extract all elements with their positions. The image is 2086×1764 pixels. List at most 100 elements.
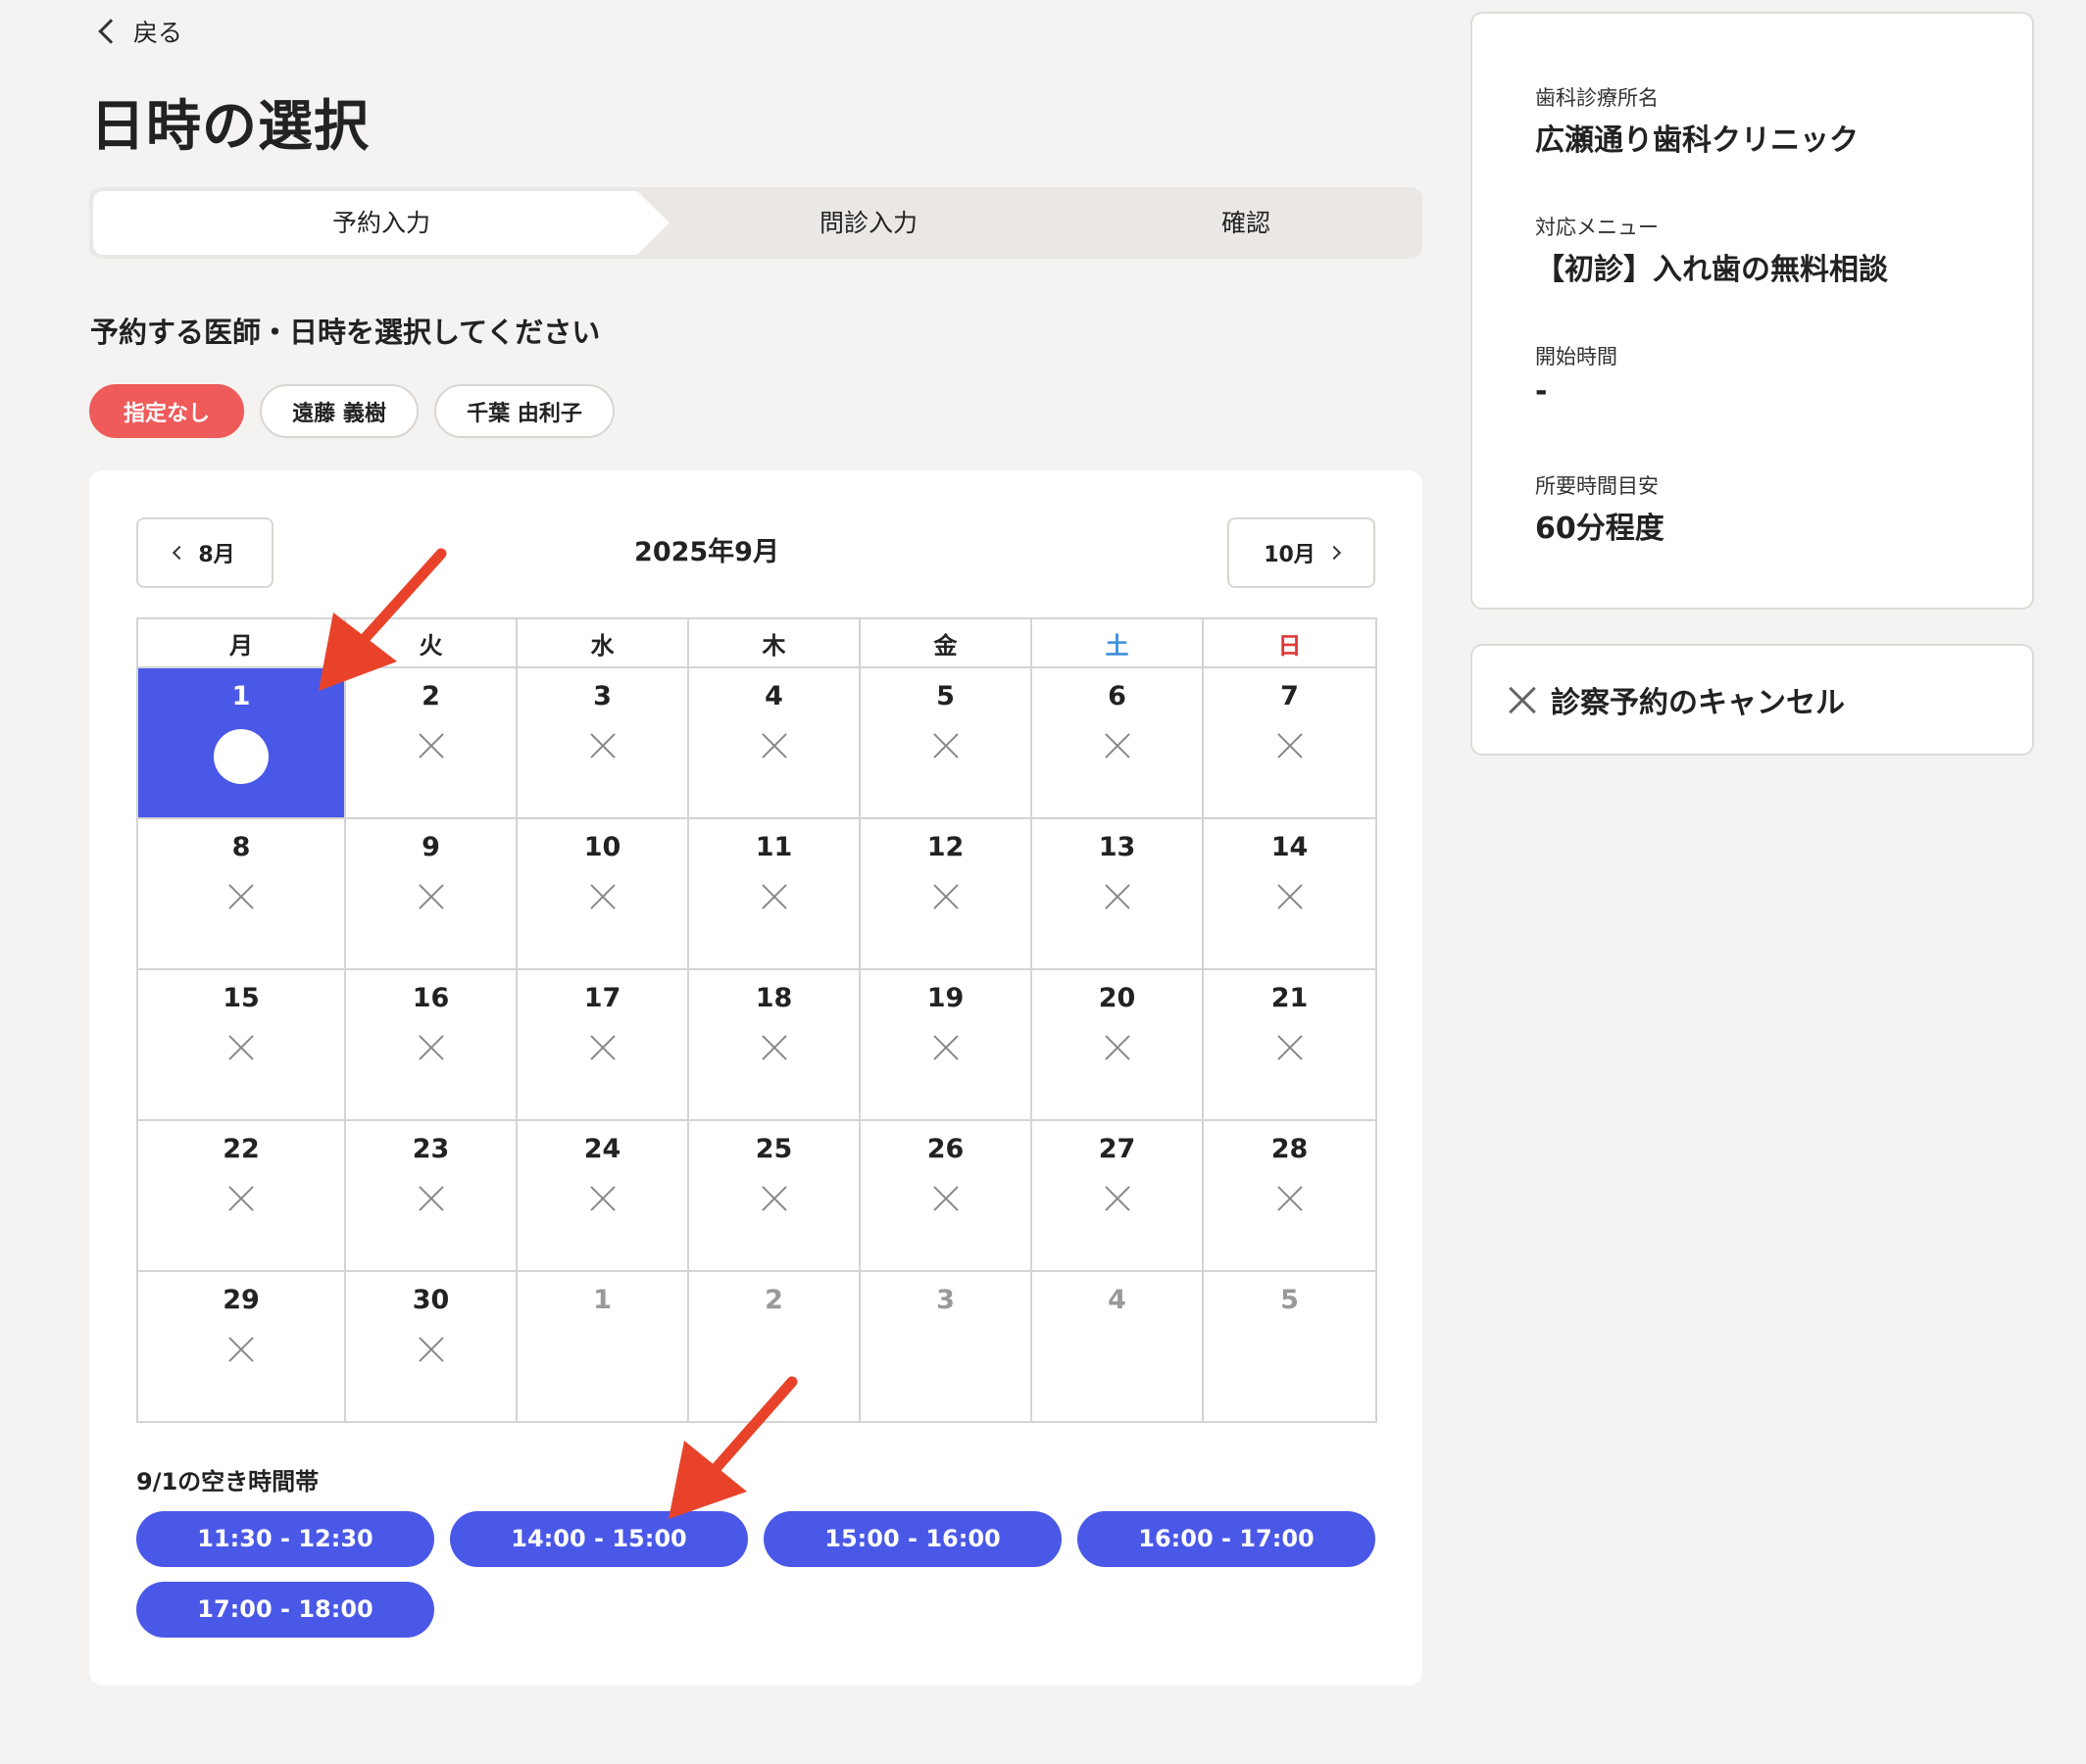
calendar-day[interactable]: 2	[344, 666, 518, 819]
unavailable-x-icon	[588, 882, 618, 911]
calendar-day[interactable]: 6	[1030, 666, 1204, 819]
step-questionnaire: 問診入力	[819, 209, 918, 237]
calendar-day-number: 4	[1108, 1285, 1126, 1315]
time-slot-button[interactable]: 14:00 - 15:00	[450, 1511, 748, 1567]
calendar-day: 4	[1030, 1270, 1204, 1423]
calendar-day[interactable]: 14	[1202, 817, 1377, 970]
doctor-chip-chiba[interactable]: 千葉 由利子	[434, 384, 615, 438]
calendar-week-row: 22 23 24 25 26 27 28	[136, 1119, 1377, 1272]
calendar-day-number: 7	[1280, 681, 1299, 711]
calendar-day[interactable]: 3	[516, 666, 689, 819]
calendar-day-number: 1	[231, 681, 251, 711]
calendar-day[interactable]: 5	[859, 666, 1032, 819]
calendar-day-number: 25	[755, 1134, 793, 1164]
calendar-day-number: 29	[223, 1285, 260, 1315]
calendar-day[interactable]: 27	[1030, 1119, 1204, 1272]
calendar-month-title: 2025年9月	[634, 537, 779, 567]
calendar-day-number: 13	[1098, 832, 1136, 862]
calendar-week-row: 1 2 3 4 5 6 7	[136, 666, 1377, 819]
calendar-day[interactable]: 25	[687, 1119, 861, 1272]
calendar-day-number: 21	[1270, 983, 1309, 1013]
unavailable-x-icon	[417, 731, 446, 760]
unavailable-x-icon	[1103, 1033, 1132, 1062]
calendar-day-number: 24	[583, 1134, 621, 1164]
calendar-day[interactable]: 16	[344, 968, 518, 1121]
unavailable-x-icon	[931, 1184, 961, 1213]
calendar-day[interactable]: 20	[1030, 968, 1204, 1121]
calendar-day[interactable]: 29	[136, 1270, 346, 1423]
calendar-day[interactable]: 15	[136, 968, 346, 1121]
calendar-day[interactable]: 30	[344, 1270, 518, 1423]
chevron-left-icon	[173, 545, 187, 561]
time-slot-button[interactable]: 17:00 - 18:00	[136, 1582, 434, 1638]
calendar-day[interactable]: 18	[687, 968, 861, 1121]
time-slot-button[interactable]: 16:00 - 17:00	[1077, 1511, 1375, 1567]
calendar-day[interactable]: 22	[136, 1119, 346, 1272]
reservation-summary-card: 歯科診療所名 広瀬通り歯科クリニック 対応メニュー 【初診】入れ歯の無料相談 開…	[1470, 12, 2034, 610]
calendar-day[interactable]: 12	[859, 817, 1032, 970]
calendar-day-number: 6	[1108, 681, 1126, 711]
unavailable-x-icon	[1103, 882, 1132, 911]
calendar-day[interactable]: 7	[1202, 666, 1377, 819]
unavailable-x-icon	[417, 1184, 446, 1213]
unavailable-x-icon	[1275, 731, 1305, 760]
step-reservation: 予約入力	[331, 209, 430, 237]
next-month-label: 10月	[1264, 543, 1316, 567]
calendar-card: 8月 2025年9月 10月 月 火 水 木 金 土 日 1 2 3 4 5 6 7 8 9 10…	[89, 470, 1422, 1686]
prev-month-label: 8月	[198, 543, 235, 567]
calendar-day[interactable]: 26	[859, 1119, 1032, 1272]
calendar-day-number: 3	[593, 681, 612, 711]
unavailable-x-icon	[1275, 1184, 1305, 1213]
calendar-day: 3	[859, 1270, 1032, 1423]
back-link[interactable]: 戻る	[96, 14, 182, 49]
unavailable-x-icon	[226, 1184, 256, 1213]
duration-label: 所要時間目安	[1535, 474, 1659, 498]
calendar-day-number: 23	[412, 1134, 450, 1164]
time-slot-button[interactable]: 15:00 - 16:00	[764, 1511, 1062, 1567]
unavailable-x-icon	[931, 731, 961, 760]
calendar-week-row: 8 9 10 11 12 13 14	[136, 817, 1377, 970]
calendar-day-number: 4	[765, 681, 783, 711]
calendar-day[interactable]: 17	[516, 968, 689, 1121]
weekday-fri: 金	[859, 617, 1032, 668]
cancel-reservation-button[interactable]: 診察予約のキャンセル	[1470, 644, 2034, 756]
calendar-day[interactable]: 10	[516, 817, 689, 970]
calendar-day-number: 8	[231, 832, 251, 862]
calendar-day-number: 19	[926, 983, 965, 1013]
calendar-day[interactable]: 28	[1202, 1119, 1377, 1272]
prev-month-button[interactable]: 8月	[136, 517, 273, 588]
calendar-day-number: 18	[755, 983, 793, 1013]
unavailable-x-icon	[760, 731, 789, 760]
doctor-chip-none[interactable]: 指定なし	[89, 384, 244, 438]
calendar-day[interactable]: 4	[687, 666, 861, 819]
calendar-week-row: 29 30 1 2 3 4 5	[136, 1270, 1377, 1423]
doctor-chip-endo[interactable]: 遠藤 義樹	[260, 384, 419, 438]
calendar-day-selected[interactable]: 1	[136, 666, 346, 819]
calendar-day[interactable]: 21	[1202, 968, 1377, 1121]
calendar-day-number: 2	[765, 1285, 783, 1315]
calendar-day[interactable]: 19	[859, 968, 1032, 1121]
calendar-day[interactable]: 11	[687, 817, 861, 970]
unavailable-x-icon	[931, 882, 961, 911]
calendar-day[interactable]: 13	[1030, 817, 1204, 970]
calendar-day-number: 20	[1098, 983, 1136, 1013]
start-time-value: -	[1535, 374, 1548, 409]
unavailable-x-icon	[931, 1033, 961, 1062]
step-confirm: 確認	[1220, 209, 1270, 237]
start-time-label: 開始時間	[1535, 345, 1617, 368]
next-month-button[interactable]: 10月	[1227, 517, 1375, 588]
unavailable-x-icon	[226, 1335, 256, 1364]
time-slot-button[interactable]: 11:30 - 12:30	[136, 1511, 434, 1567]
calendar-day[interactable]: 9	[344, 817, 518, 970]
calendar-day[interactable]: 8	[136, 817, 346, 970]
calendar-day-number: 5	[1280, 1285, 1299, 1315]
weekday-sat: 土	[1030, 617, 1204, 668]
unavailable-x-icon	[760, 1184, 789, 1213]
calendar-day[interactable]: 23	[344, 1119, 518, 1272]
calendar-day[interactable]: 24	[516, 1119, 689, 1272]
calendar-week-row: 15 16 17 18 19 20 21	[136, 968, 1377, 1121]
unavailable-x-icon	[1275, 882, 1305, 911]
menu-value: 【初診】入れ歯の無料相談	[1535, 253, 1888, 287]
unavailable-x-icon	[417, 1335, 446, 1364]
weekday-header-row: 月 火 水 木 金 土 日	[136, 617, 1377, 668]
